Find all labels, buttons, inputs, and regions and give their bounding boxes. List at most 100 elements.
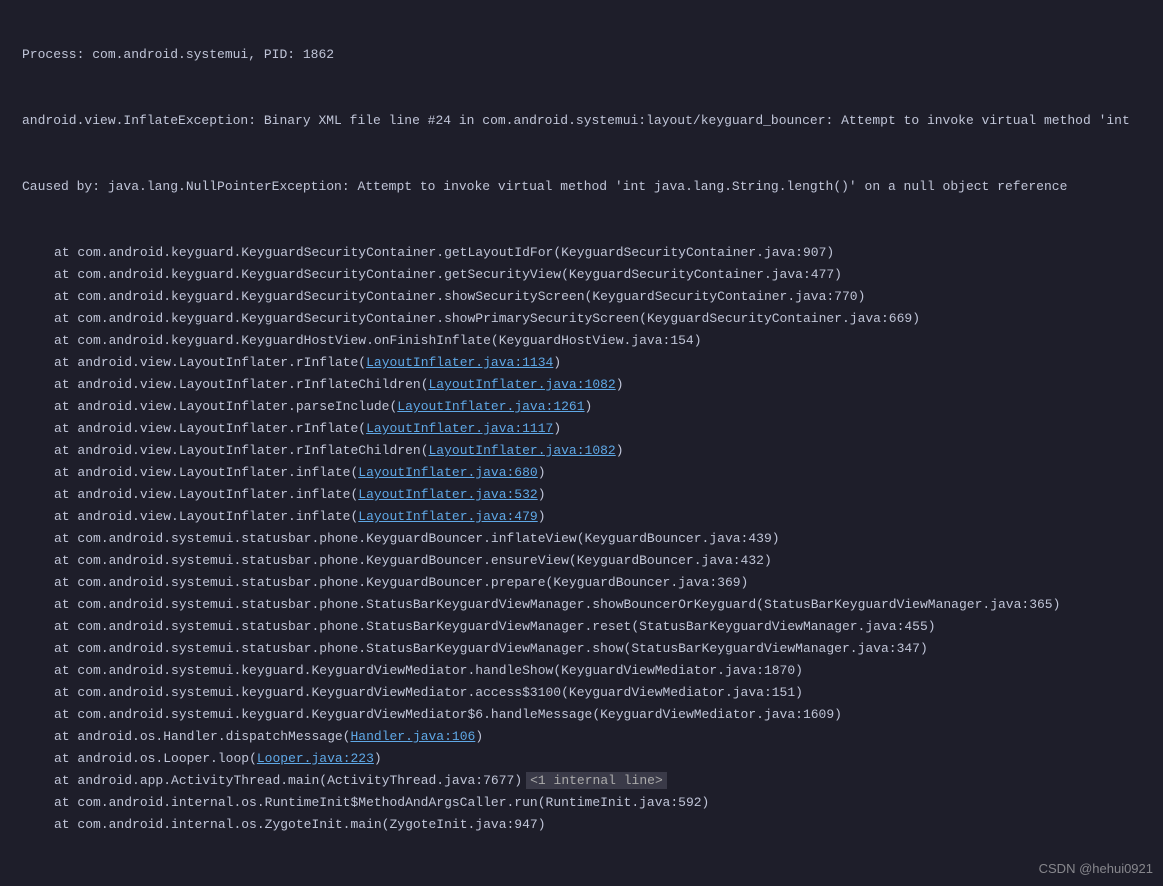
paren-close: ) [826, 245, 834, 260]
source-location: KeyguardViewMediator.java:1870 [561, 663, 795, 678]
paren-close: ) [912, 311, 920, 326]
paren-open: ( [561, 267, 569, 282]
paren-open: ( [421, 377, 429, 392]
frame-method: android.app.ActivityThread.main [77, 773, 319, 788]
paren-close: ) [538, 817, 546, 832]
stack-frame: at com.android.internal.os.ZygoteInit.ma… [0, 814, 1163, 836]
paren-open: ( [538, 795, 546, 810]
paren-open: ( [249, 751, 257, 766]
paren-close: ) [374, 751, 382, 766]
paren-open: ( [491, 333, 499, 348]
frame-method: com.android.keyguard.KeyguardSecurityCon… [77, 245, 553, 260]
paren-close: ) [694, 333, 702, 348]
frame-method: com.android.internal.os.ZygoteInit.main [77, 817, 381, 832]
paren-close: ) [553, 355, 561, 370]
frame-method: android.view.LayoutInflater.parseInclude [77, 399, 389, 414]
at-keyword: at [54, 619, 70, 634]
stack-frame: at com.android.systemui.keyguard.Keyguar… [0, 704, 1163, 726]
frame-method: android.view.LayoutInflater.rInflateChil… [77, 377, 420, 392]
source-location: KeyguardHostView.java:154 [499, 333, 694, 348]
at-keyword: at [54, 509, 70, 524]
paren-close: ) [616, 377, 624, 392]
source-link[interactable]: LayoutInflater.java:1082 [429, 377, 616, 392]
paren-open: ( [382, 817, 390, 832]
stack-frame: at com.android.keyguard.KeyguardSecurity… [0, 308, 1163, 330]
source-link[interactable]: LayoutInflater.java:479 [358, 509, 537, 524]
paren-close: ) [553, 421, 561, 436]
stack-frame: at com.android.systemui.keyguard.Keyguar… [0, 682, 1163, 704]
paren-close: ) [764, 553, 772, 568]
source-link[interactable]: LayoutInflater.java:1117 [366, 421, 553, 436]
at-keyword: at [54, 729, 70, 744]
frame-method: com.android.systemui.statusbar.phone.Sta… [77, 597, 756, 612]
stack-frame: at android.view.LayoutInflater.rInflateC… [0, 374, 1163, 396]
source-link[interactable]: Handler.java:106 [350, 729, 475, 744]
at-keyword: at [54, 311, 70, 326]
at-keyword: at [54, 289, 70, 304]
at-keyword: at [54, 421, 70, 436]
paren-open: ( [631, 619, 639, 634]
stack-frame: at com.android.keyguard.KeyguardSecurity… [0, 286, 1163, 308]
process-line: Process: com.android.systemui, PID: 1862 [0, 44, 1163, 66]
paren-close: ) [795, 663, 803, 678]
at-keyword: at [54, 795, 70, 810]
paren-close: ) [772, 531, 780, 546]
source-location: StatusBarKeyguardViewManager.java:455 [639, 619, 928, 634]
stack-frame: at android.os.Handler.dispatchMessage(Ha… [0, 726, 1163, 748]
paren-open: ( [553, 663, 561, 678]
paren-close: ) [538, 487, 546, 502]
paren-open: ( [569, 553, 577, 568]
stack-frame: at android.view.LayoutInflater.rInflate(… [0, 352, 1163, 374]
frame-method: android.os.Handler.dispatchMessage [77, 729, 342, 744]
paren-close: ) [538, 509, 546, 524]
at-keyword: at [54, 817, 70, 832]
stack-frame: at android.view.LayoutInflater.inflate(L… [0, 484, 1163, 506]
paren-close: ) [514, 773, 522, 788]
stack-frame: at com.android.internal.os.RuntimeInit$M… [0, 792, 1163, 814]
at-keyword: at [54, 663, 70, 678]
at-keyword: at [54, 333, 70, 348]
source-location: KeyguardSecurityContainer.java:907 [561, 245, 826, 260]
at-keyword: at [54, 465, 70, 480]
paren-open: ( [639, 311, 647, 326]
source-link[interactable]: LayoutInflater.java:680 [358, 465, 537, 480]
collapsed-frames-tag[interactable]: <1 internal line> [526, 772, 667, 789]
frame-method: android.view.LayoutInflater.inflate [77, 509, 350, 524]
stack-frame: at android.view.LayoutInflater.inflate(L… [0, 506, 1163, 528]
stack-frame: at android.view.LayoutInflater.inflate(L… [0, 462, 1163, 484]
frame-method: android.view.LayoutInflater.rInflateChil… [77, 443, 420, 458]
source-link[interactable]: LayoutInflater.java:532 [358, 487, 537, 502]
source-location: RuntimeInit.java:592 [546, 795, 702, 810]
source-link[interactable]: LayoutInflater.java:1134 [366, 355, 553, 370]
at-keyword: at [54, 355, 70, 370]
at-keyword: at [54, 487, 70, 502]
source-location: KeyguardBouncer.java:369 [553, 575, 740, 590]
frame-method: android.view.LayoutInflater.inflate [77, 487, 350, 502]
frame-method: com.android.systemui.statusbar.phone.Key… [77, 553, 568, 568]
frame-method: com.android.systemui.statusbar.phone.Sta… [77, 619, 631, 634]
at-keyword: at [54, 399, 70, 414]
source-location: ActivityThread.java:7677 [327, 773, 514, 788]
source-location: KeyguardBouncer.java:439 [585, 531, 772, 546]
stack-frame: at android.view.LayoutInflater.rInflate(… [0, 418, 1163, 440]
paren-close: ) [702, 795, 710, 810]
at-keyword: at [54, 597, 70, 612]
at-keyword: at [54, 575, 70, 590]
paren-open: ( [343, 729, 351, 744]
paren-close: ) [616, 443, 624, 458]
source-link[interactable]: Looper.java:223 [257, 751, 374, 766]
paren-open: ( [358, 355, 366, 370]
stack-frame: at com.android.systemui.statusbar.phone.… [0, 616, 1163, 638]
paren-close: ) [475, 729, 483, 744]
frame-method: android.view.LayoutInflater.rInflate [77, 421, 358, 436]
frame-method: com.android.systemui.keyguard.KeyguardVi… [77, 663, 553, 678]
paren-close: ) [834, 267, 842, 282]
paren-close: ) [928, 619, 936, 634]
frame-method: com.android.keyguard.KeyguardSecurityCon… [77, 311, 639, 326]
source-link[interactable]: LayoutInflater.java:1261 [397, 399, 584, 414]
source-link[interactable]: LayoutInflater.java:1082 [429, 443, 616, 458]
at-keyword: at [54, 553, 70, 568]
frame-method: com.android.keyguard.KeyguardSecurityCon… [77, 267, 561, 282]
frame-method: android.view.LayoutInflater.rInflate [77, 355, 358, 370]
source-location: KeyguardSecurityContainer.java:477 [569, 267, 834, 282]
